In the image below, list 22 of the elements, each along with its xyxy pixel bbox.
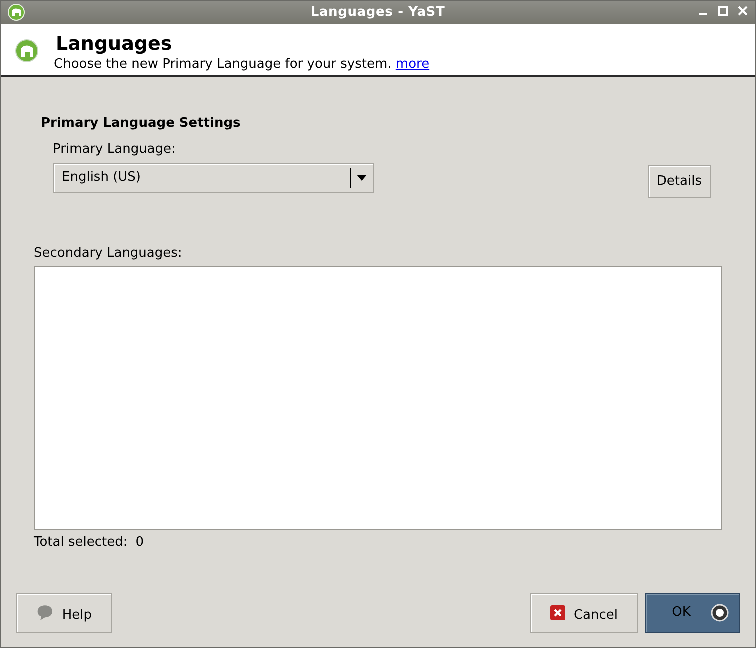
field-label: Primary Language:	[53, 140, 177, 158]
ok-icon	[710, 604, 729, 622]
total-label: Total selected:	[34, 534, 128, 552]
page-title: Languages	[56, 33, 174, 55]
cancel-button[interactable]: Cancel	[530, 593, 638, 633]
app-icon	[8, 4, 25, 21]
maximize-icon[interactable]	[717, 5, 729, 17]
help-bubble-icon	[36, 604, 54, 622]
app-icon	[15, 39, 39, 63]
close-icon[interactable]	[737, 5, 749, 17]
more-link[interactable]: more	[396, 57, 430, 72]
dropdown-arrow-icon	[357, 175, 367, 181]
ok-button[interactable]: OK	[645, 593, 740, 633]
page-description: Choose the new Primary Language for your system. more	[54, 56, 430, 74]
list-label: Secondary Languages:	[34, 245, 184, 263]
window-title: Languages - YaST	[310, 4, 446, 22]
language-dropdown[interactable]: English (US)	[53, 163, 374, 193]
section-heading: Primary Language Settings	[41, 115, 242, 133]
help-button[interactable]: Help	[16, 593, 112, 633]
cancel-icon	[550, 605, 566, 621]
total-count: 0	[136, 534, 144, 552]
details-button[interactable]: Details	[648, 165, 711, 198]
